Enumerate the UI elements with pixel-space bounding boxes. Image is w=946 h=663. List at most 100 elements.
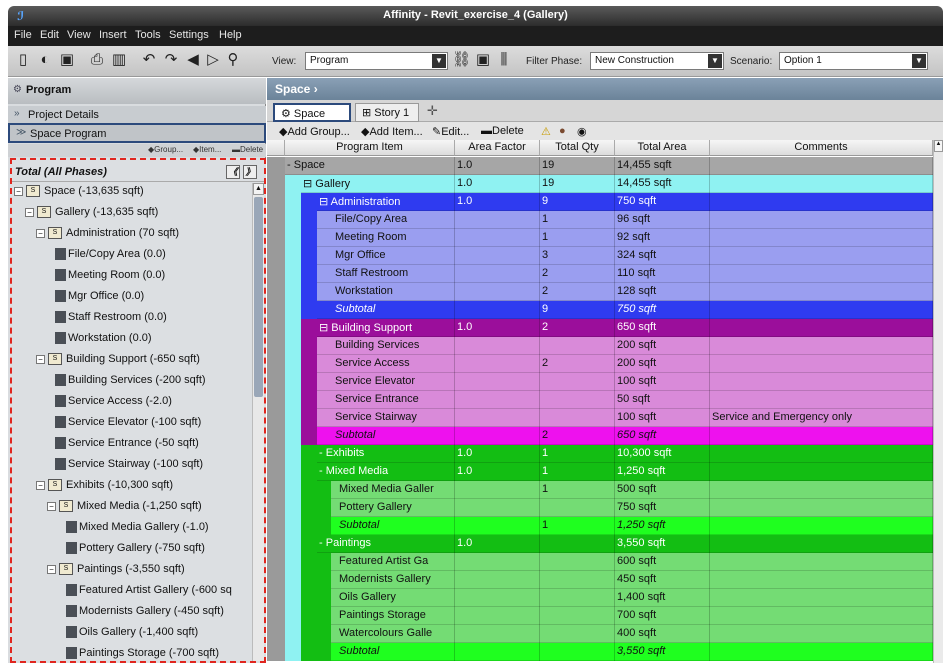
cell-total[interactable]: 1,250 sqft [615,517,710,535]
add-group-action[interactable]: ◆Add Group... [279,125,350,138]
cell-comments[interactable] [710,247,933,265]
table-row[interactable]: ⊟ Administration 1.0 9 750 sqft [267,193,933,211]
table-row[interactable]: Service Stairway 100 sqft Service and Emer… [267,409,933,427]
table-row[interactable]: File/Copy Area 1 96 sqft [267,211,933,229]
menu-insert[interactable]: Insert [99,29,127,41]
cell-area[interactable] [455,337,540,355]
collapse-icon[interactable]: ⊟ [319,196,331,208]
cell-total[interactable]: 650 sqft [615,427,710,445]
cell-total[interactable]: 100 sqft [615,373,710,391]
cell-qty[interactable] [540,589,615,607]
cell-program-item[interactable]: Watercolours Galle [337,625,455,643]
cell-qty[interactable] [540,373,615,391]
menu-edit[interactable]: Edit [40,29,59,41]
cell-program-item[interactable]: Service Entrance [333,391,455,409]
add-group-button[interactable]: ◆Group... [148,145,183,154]
cell-comments[interactable] [710,499,933,517]
table-row[interactable]: Modernists Gallery 450 sqft [267,571,933,589]
cell-comments[interactable] [710,193,933,211]
cell-total[interactable]: 750 sqft [615,301,710,319]
cell-program-item[interactable]: - Exhibits [317,445,455,463]
cell-program-item[interactable]: Subtotal [333,301,455,319]
cell-total[interactable]: 200 sqft [615,337,710,355]
table-row[interactable]: - Exhibits 1.0 1 10,300 sqft [267,445,933,463]
cell-area[interactable] [455,499,540,517]
cell-area[interactable] [455,409,540,427]
cell-comments[interactable] [710,337,933,355]
columns-icon[interactable]: ⫼ [495,51,513,69]
collapse-icon[interactable]: − [47,501,56,511]
add-item-button[interactable]: ◆Item... [193,145,221,154]
cell-qty[interactable]: 1 [540,481,615,499]
row-handle[interactable] [267,229,285,247]
add-item-action[interactable]: ◆Add Item... [361,125,423,138]
cell-qty[interactable]: 1 [540,463,615,481]
cell-program-item[interactable]: Featured Artist Ga [337,553,455,571]
cell-area[interactable]: 1.0 [455,463,540,481]
cell-total[interactable]: 200 sqft [615,355,710,373]
table-row[interactable]: Mixed Media Galler 1 500 sqft [267,481,933,499]
cell-total[interactable]: 600 sqft [615,553,710,571]
cell-qty[interactable]: 2 [540,427,615,445]
cell-qty[interactable]: 9 [540,301,615,319]
tree-item-node[interactable]: Building Services (-200 sqft) [55,374,206,394]
row-handle[interactable] [267,337,285,355]
collapse-icon[interactable]: - [319,465,326,477]
cell-comments[interactable] [710,319,933,337]
cell-comments[interactable] [710,481,933,499]
row-handle[interactable] [267,355,285,373]
row-handle[interactable] [267,283,285,301]
cell-comments[interactable] [710,265,933,283]
cell-area[interactable]: 1.0 [455,175,540,193]
tree-group-node[interactable]: − S Gallery (-13,635 sqft) [25,206,158,226]
space-program-item[interactable]: ≫ Space Program [8,123,266,143]
collapse-icon[interactable]: − [36,228,45,238]
cell-area[interactable]: 1.0 [455,445,540,463]
collapse-icon[interactable]: ⊟ [303,178,315,190]
menu-tools[interactable]: Tools [135,29,161,41]
row-handle[interactable] [267,247,285,265]
table-row[interactable]: Staff Restroom 2 110 sqft [267,265,933,283]
table-row[interactable]: Building Services 200 sqft [267,337,933,355]
scenario-select[interactable]: Option 1 ▼ [779,52,928,70]
cell-total[interactable]: 96 sqft [615,211,710,229]
col-area-factor[interactable]: Area Factor [455,140,540,156]
row-handle[interactable] [267,625,285,643]
row-handle[interactable] [267,499,285,517]
menu-view[interactable]: View [67,29,91,41]
collapse-icon[interactable]: − [25,207,34,217]
table-row[interactable]: Meeting Room 1 92 sqft [267,229,933,247]
table-row[interactable]: ⊟ Gallery 1.0 19 14,455 sqft [267,175,933,193]
cell-total[interactable]: 110 sqft [615,265,710,283]
cell-comments[interactable] [710,445,933,463]
redo-icon[interactable]: ↷ [162,51,180,69]
cell-comments[interactable] [710,427,933,445]
collapse-icon[interactable]: − [14,186,23,196]
tree-item-node[interactable]: Meeting Room (0.0) [55,269,165,289]
table-row[interactable]: - Space 1.0 19 14,455 sqft [267,157,933,175]
cell-total[interactable]: 650 sqft [615,319,710,337]
tree-scrollbar[interactable]: ▲ [252,183,264,661]
cell-area[interactable] [455,607,540,625]
cell-area[interactable] [455,553,540,571]
cell-qty[interactable]: 1 [540,517,615,535]
cell-program-item[interactable]: ⊟ Gallery [301,175,455,193]
row-handle[interactable] [267,319,285,337]
cell-qty[interactable] [540,409,615,427]
warning-icon[interactable]: ⚠ [541,125,551,138]
table-row[interactable]: Service Access 2 200 sqft [267,355,933,373]
cell-comments[interactable] [710,391,933,409]
cell-area[interactable] [455,625,540,643]
cell-area[interactable] [455,247,540,265]
collapse-icon[interactable]: - [319,537,326,549]
cell-qty[interactable] [540,535,615,553]
cell-total[interactable]: 50 sqft [615,391,710,409]
cell-total[interactable]: 500 sqft [615,481,710,499]
cell-total[interactable]: 1,400 sqft [615,589,710,607]
cell-qty[interactable] [540,571,615,589]
cell-area[interactable] [455,571,540,589]
cell-area[interactable] [455,283,540,301]
cell-qty[interactable]: 19 [540,157,615,175]
row-handle[interactable] [267,373,285,391]
col-total-area[interactable]: Total Area [615,140,710,156]
